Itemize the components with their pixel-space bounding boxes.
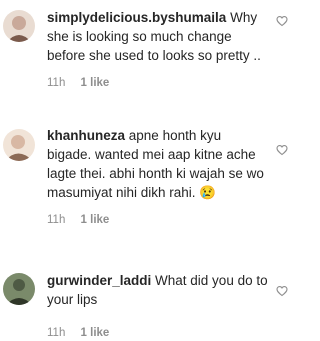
comment-text: gurwinder_laddi What did you do to your … bbox=[47, 271, 269, 309]
comment-meta: 11h 1 like bbox=[47, 212, 269, 228]
comment-item: gurwinder_laddi What did you do to your … bbox=[0, 262, 296, 339]
comment-likes[interactable]: 1 like bbox=[81, 325, 110, 341]
comment-likes[interactable]: 1 like bbox=[81, 75, 110, 91]
comment-meta: 11h 1 like bbox=[47, 325, 269, 341]
comment-username[interactable]: simplydelicious.byshumaila bbox=[47, 10, 226, 25]
comment-item: simplydelicious.byshumaila Why she is lo… bbox=[0, 0, 296, 112]
comment-meta: 11h 1 like bbox=[47, 75, 269, 91]
crying-face-emoji: 😢 bbox=[199, 185, 217, 200]
avatar[interactable] bbox=[3, 10, 35, 42]
comment-text: khanhuneza apne honth kyu bigade. wanted… bbox=[47, 126, 269, 202]
comment-time[interactable]: 11h bbox=[47, 212, 65, 228]
comment-time[interactable]: 11h bbox=[47, 325, 65, 341]
comment-username[interactable]: gurwinder_laddi bbox=[47, 273, 151, 288]
comment-time[interactable]: 11h bbox=[47, 75, 65, 91]
heart-icon[interactable] bbox=[276, 285, 288, 297]
heart-icon[interactable] bbox=[276, 144, 288, 156]
comment-text: simplydelicious.byshumaila Why she is lo… bbox=[47, 8, 269, 65]
heart-icon[interactable] bbox=[276, 15, 288, 27]
comment-likes[interactable]: 1 like bbox=[81, 212, 110, 228]
comment-username[interactable]: khanhuneza bbox=[47, 128, 125, 143]
avatar[interactable] bbox=[3, 273, 35, 305]
avatar[interactable] bbox=[3, 129, 35, 161]
comment-item: khanhuneza apne honth kyu bigade. wanted… bbox=[0, 118, 296, 258]
